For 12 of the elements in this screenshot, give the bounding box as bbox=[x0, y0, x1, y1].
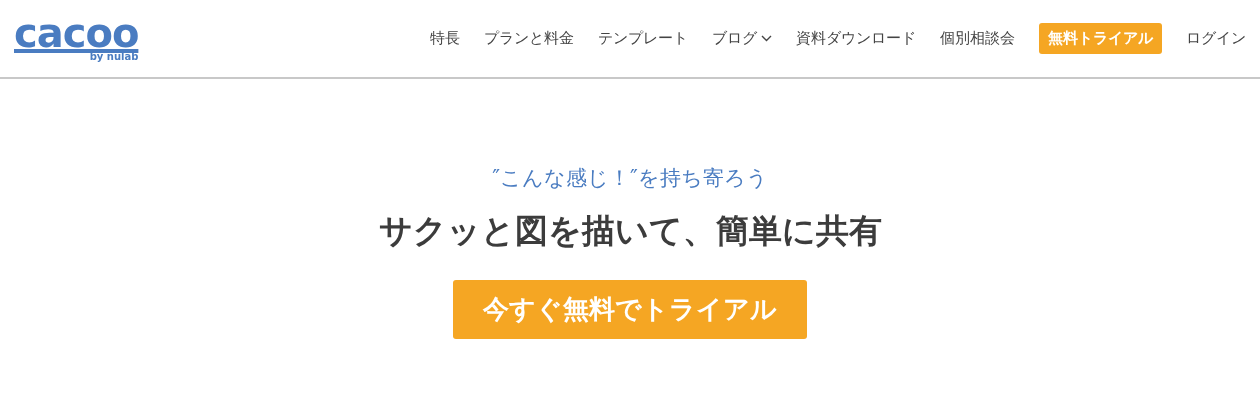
nav-link[interactable]: 個別相談会 bbox=[940, 23, 1015, 54]
nav-link[interactable]: 資料ダウンロード bbox=[796, 23, 916, 54]
logo[interactable]: cacoo bbox=[14, 13, 139, 53]
nav-link[interactable]: テンプレート bbox=[598, 23, 688, 54]
tagline: ″こんな感じ！″を持ち寄ろう bbox=[492, 165, 768, 192]
nav-link[interactable]: ログイン bbox=[1186, 23, 1246, 54]
headline: サクッと図を描いて、簡単に共有 bbox=[378, 210, 882, 251]
nav-link[interactable]: 特長 bbox=[430, 23, 460, 54]
nav-link[interactable]: プランと料金 bbox=[484, 23, 574, 54]
logo-byline: by nulab bbox=[89, 50, 139, 64]
nav-dropdown[interactable]: ブログ bbox=[712, 23, 772, 54]
chevron-down-icon bbox=[761, 35, 772, 42]
